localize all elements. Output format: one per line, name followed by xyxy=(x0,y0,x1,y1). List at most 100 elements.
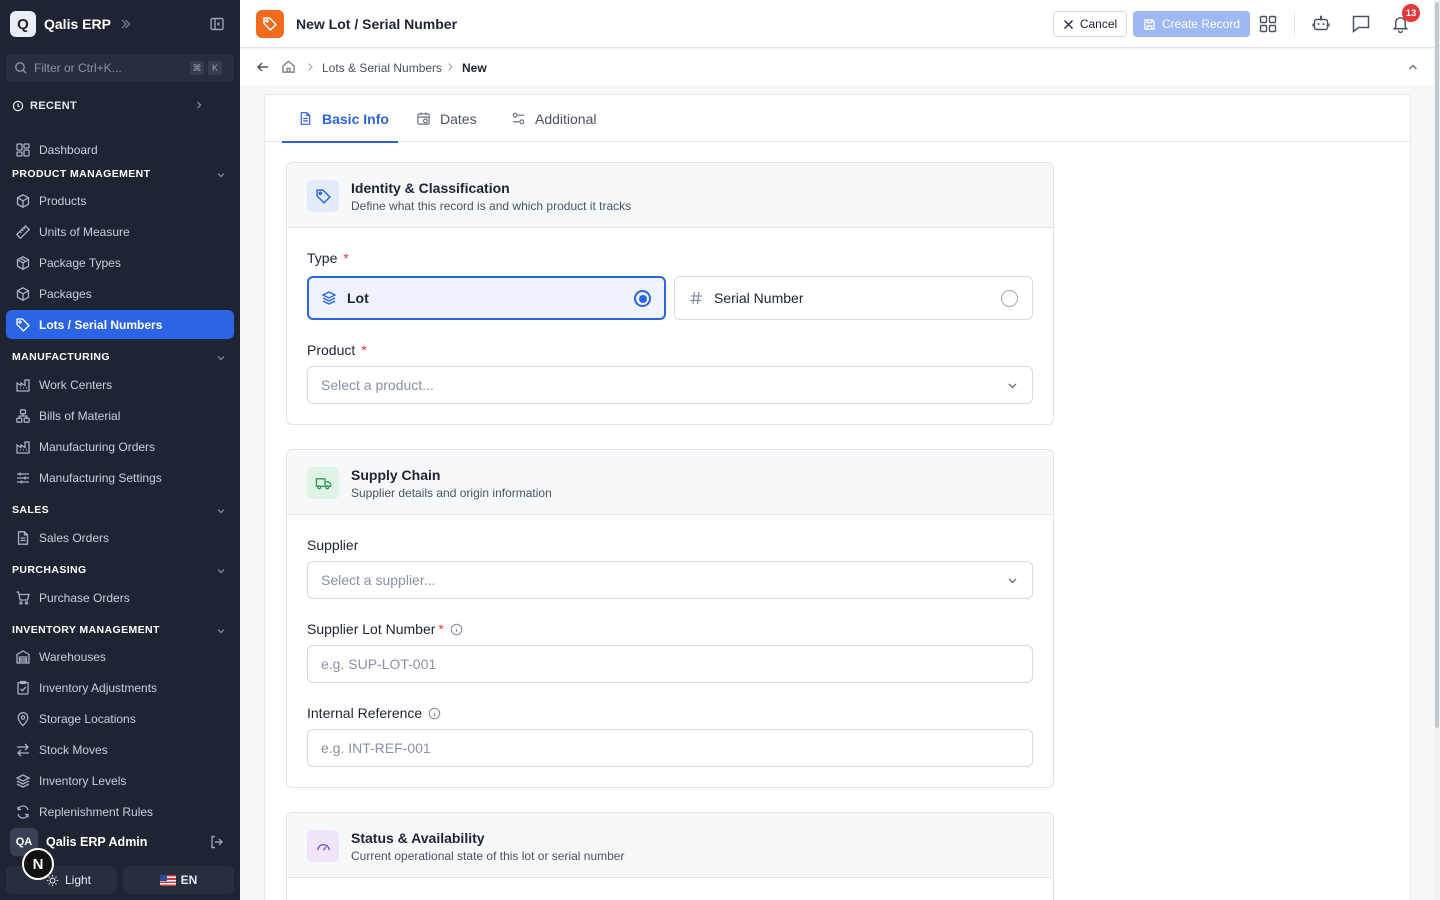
sidebar-item-label: Manufacturing Settings xyxy=(39,471,162,485)
page-scrollbar[interactable] xyxy=(1434,0,1440,900)
page-title: New Lot / Serial Number xyxy=(296,16,458,32)
document-icon xyxy=(298,111,313,126)
select-placeholder: Select a supplier... xyxy=(321,572,436,588)
section-purchasing[interactable]: PURCHASING xyxy=(12,562,228,578)
sidebar-item-inventory-adjustments[interactable]: Inventory Adjustments xyxy=(6,674,234,702)
bot-icon[interactable] xyxy=(1312,14,1330,32)
section-label: PURCHASING xyxy=(12,564,87,576)
sidebar-item-stock-moves[interactable]: Stock Moves xyxy=(6,736,234,764)
sidebar-item-label: Packages xyxy=(39,287,92,301)
hash-icon xyxy=(688,290,704,306)
tab-basic-info[interactable]: Basic Info xyxy=(282,95,398,143)
sidebar-item-manufacturing-orders[interactable]: Manufacturing Orders xyxy=(6,433,234,461)
tab-label: Basic Info xyxy=(322,110,389,127)
sliders-icon xyxy=(15,470,31,486)
sidebar-item-label: Inventory Adjustments xyxy=(39,681,158,695)
section-manufacturing[interactable]: MANUFACTURING xyxy=(12,349,228,365)
form-panel: Basic Info Dates Additional Identity & C… xyxy=(264,94,1411,900)
sidebar-item-sales-orders[interactable]: Sales Orders xyxy=(6,524,234,552)
chevron-down-icon xyxy=(216,170,226,180)
cancel-button[interactable]: Cancel xyxy=(1053,11,1127,37)
tag-icon xyxy=(15,317,31,333)
back-arrow-icon[interactable] xyxy=(256,60,270,74)
card-header: Status & Availability Current operationa… xyxy=(287,813,1053,878)
required-asterisk: * xyxy=(361,342,367,358)
breadcrumb-link-lots[interactable]: Lots & Serial Numbers xyxy=(322,61,442,75)
chevron-up-icon[interactable] xyxy=(1407,61,1419,73)
sidebar-item-warehouses[interactable]: Warehouses xyxy=(6,643,234,671)
card-title: Identity & Classification xyxy=(351,180,510,196)
language-select[interactable]: EN xyxy=(123,866,234,894)
sidebar-item-dashboard[interactable]: Dashboard xyxy=(6,136,234,164)
section-sales[interactable]: SALES xyxy=(12,502,228,518)
sidebar-item-work-centers[interactable]: Work Centers xyxy=(6,371,234,399)
assistant-badge[interactable]: N xyxy=(22,848,54,880)
select-placeholder: Select a product... xyxy=(321,377,434,393)
recent-label: RECENT xyxy=(30,100,78,112)
supplier-lot-number-input[interactable]: e.g. SUP-LOT-001 xyxy=(307,645,1033,683)
sidebar-item-purchase-orders[interactable]: Purchase Orders xyxy=(6,584,234,612)
factory-icon xyxy=(15,439,31,455)
section-inventory-management[interactable]: INVENTORY MANAGEMENT xyxy=(12,622,228,638)
sidebar-collapse-icon[interactable] xyxy=(209,16,225,32)
sidebar-filter-input[interactable]: Filter or Ctrl+K... ⌘ K xyxy=(6,54,234,82)
brand-logo: Q xyxy=(10,11,36,37)
map-pin-icon xyxy=(15,711,31,727)
sidebar-item-lots-serial-numbers[interactable]: Lots / Serial Numbers xyxy=(6,310,234,339)
supplier-lot-number-label: Supplier Lot Number * xyxy=(307,621,463,637)
sidebar-item-products[interactable]: Products xyxy=(6,187,234,215)
required-asterisk: * xyxy=(438,621,444,637)
supplier-select[interactable]: Select a supplier... xyxy=(307,561,1033,599)
search-icon xyxy=(14,61,28,75)
section-product-management[interactable]: PRODUCT MANAGEMENT xyxy=(12,166,228,182)
toolbar-divider xyxy=(1294,12,1295,36)
sidebar-item-packages[interactable]: Packages xyxy=(6,280,234,308)
logout-icon[interactable] xyxy=(209,834,225,850)
sidebar-item-inventory-levels[interactable]: Inventory Levels xyxy=(6,767,234,795)
breadcrumb: Lots & Serial Numbers New xyxy=(240,49,1434,85)
info-icon[interactable] xyxy=(428,707,441,720)
internal-reference-input[interactable]: e.g. INT-REF-001 xyxy=(307,729,1033,767)
create-record-button[interactable]: Create Record xyxy=(1133,11,1250,37)
product-select[interactable]: Select a product... xyxy=(307,366,1033,404)
clipboard-check-icon xyxy=(15,680,31,696)
info-icon[interactable] xyxy=(450,623,463,636)
chat-icon[interactable] xyxy=(1351,14,1371,34)
home-icon[interactable] xyxy=(281,59,296,74)
product-label: Product * xyxy=(307,342,367,358)
user-name: Qalis ERP Admin xyxy=(46,835,148,849)
type-option-serial-number[interactable]: Serial Number xyxy=(674,276,1033,320)
sidebar-item-storage-locations[interactable]: Storage Locations xyxy=(6,705,234,733)
calendar-icon xyxy=(416,111,431,126)
sidebar-item-label: Bills of Material xyxy=(39,409,121,423)
cube-icon xyxy=(15,193,31,209)
sidebar-item-manufacturing-settings[interactable]: Manufacturing Settings xyxy=(6,464,234,492)
package-icon xyxy=(15,255,31,271)
tab-additional[interactable]: Additional xyxy=(511,95,597,142)
radio-unselected[interactable] xyxy=(1001,290,1018,307)
sidebar-item-label: Stock Moves xyxy=(39,743,108,757)
truck-icon xyxy=(307,467,339,499)
card-subtitle: Supplier details and origin information xyxy=(351,486,552,500)
grid-icon[interactable] xyxy=(1259,15,1277,33)
kbd-cmd: ⌘ xyxy=(190,61,204,75)
sidebar-item-package-types[interactable]: Package Types xyxy=(6,249,234,277)
sidebar-item-label: Warehouses xyxy=(39,650,106,664)
radio-selected[interactable] xyxy=(634,290,651,307)
sidebar-item-units-of-measure[interactable]: Units of Measure xyxy=(6,218,234,246)
scrollbar-thumb[interactable] xyxy=(1435,2,1439,728)
chevron-down-icon xyxy=(1007,380,1018,391)
ruler-icon xyxy=(15,224,31,240)
recent-toggle[interactable]: RECENT xyxy=(12,97,224,115)
tab-dates[interactable]: Dates xyxy=(416,95,477,142)
brand[interactable]: Q Qalis ERP xyxy=(10,10,131,38)
close-icon xyxy=(1063,19,1080,30)
sidebar-item-label: Products xyxy=(39,194,87,208)
sidebar-item-label: Manufacturing Orders xyxy=(39,440,156,454)
sidebar-item-bills-of-material[interactable]: Bills of Material xyxy=(6,402,234,430)
type-option-lot[interactable]: Lot xyxy=(307,276,666,320)
sidebar-item-label: Lots / Serial Numbers xyxy=(39,317,163,332)
card-header: Identity & Classification Define what th… xyxy=(287,163,1053,228)
sidebar-item-replenishment-rules[interactable]: Replenishment Rules xyxy=(6,798,234,826)
create-label: Create Record xyxy=(1161,17,1241,31)
